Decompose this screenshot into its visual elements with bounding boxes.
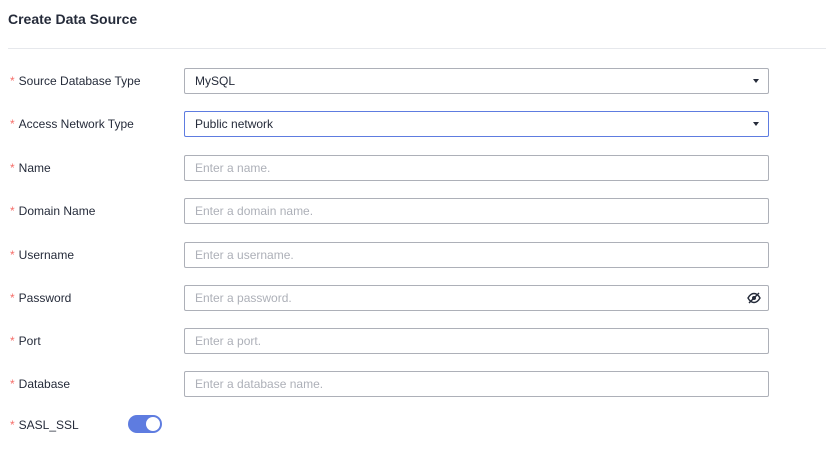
name-input[interactable] — [185, 156, 768, 180]
sasl-ssl-toggle[interactable] — [128, 415, 162, 433]
form-row-name: * Name — [0, 155, 826, 181]
field-label: * SASL_SSL — [10, 414, 79, 436]
form-row-access-network-type: * Access Network Type Public network — [0, 111, 826, 137]
required-marker: * — [10, 74, 15, 88]
label-text: Name — [18, 161, 51, 175]
form-row-database: * Database — [0, 371, 826, 397]
domain-name-input[interactable] — [185, 199, 768, 223]
required-marker: * — [10, 204, 15, 218]
required-marker: * — [10, 334, 15, 348]
field-label: * Name — [10, 155, 51, 181]
required-marker: * — [10, 117, 15, 131]
label-text: Access Network Type — [18, 117, 134, 131]
database-field-wrapper — [184, 371, 769, 397]
domain-name-field-wrapper — [184, 198, 769, 224]
chevron-down-icon — [753, 122, 759, 126]
chevron-down-icon — [753, 79, 759, 83]
database-input[interactable] — [185, 372, 768, 396]
selected-value: Public network — [195, 117, 274, 131]
port-input[interactable] — [185, 329, 768, 353]
form-row-source-database-type: * Source Database Type MySQL — [0, 68, 826, 94]
required-marker: * — [10, 161, 15, 175]
required-marker: * — [10, 248, 15, 262]
page-title: Create Data Source — [8, 11, 138, 27]
password-field-wrapper — [184, 285, 769, 311]
source-database-type-select[interactable]: MySQL — [184, 68, 769, 94]
form-row-sasl-ssl: * SASL_SSL — [0, 414, 826, 440]
label-text: Password — [18, 291, 72, 305]
username-field-wrapper — [184, 242, 769, 268]
label-text: Port — [18, 334, 41, 348]
field-label: * Source Database Type — [10, 68, 141, 94]
selected-value: MySQL — [195, 74, 236, 88]
required-marker: * — [10, 377, 15, 391]
eye-off-icon[interactable] — [747, 292, 761, 304]
label-text: Username — [18, 248, 75, 262]
name-field-wrapper — [184, 155, 769, 181]
label-text: Domain Name — [18, 204, 96, 218]
form-row-username: * Username — [0, 242, 826, 268]
field-label: * Database — [10, 371, 70, 397]
password-input[interactable] — [185, 286, 768, 310]
required-marker: * — [10, 291, 15, 305]
field-label: * Password — [10, 285, 71, 311]
form-row-password: * Password — [0, 285, 826, 311]
required-marker: * — [10, 418, 15, 432]
access-network-type-select[interactable]: Public network — [184, 111, 769, 137]
field-label: * Port — [10, 328, 41, 354]
label-text: Source Database Type — [18, 74, 141, 88]
divider — [8, 48, 826, 49]
port-field-wrapper — [184, 328, 769, 354]
form-row-port: * Port — [0, 328, 826, 354]
form-row-domain-name: * Domain Name — [0, 198, 826, 224]
field-label: * Access Network Type — [10, 111, 134, 137]
field-label: * Username — [10, 242, 74, 268]
label-text: SASL_SSL — [18, 418, 79, 432]
field-label: * Domain Name — [10, 198, 95, 224]
username-input[interactable] — [185, 243, 768, 267]
label-text: Database — [18, 377, 71, 391]
toggle-knob — [146, 417, 160, 431]
